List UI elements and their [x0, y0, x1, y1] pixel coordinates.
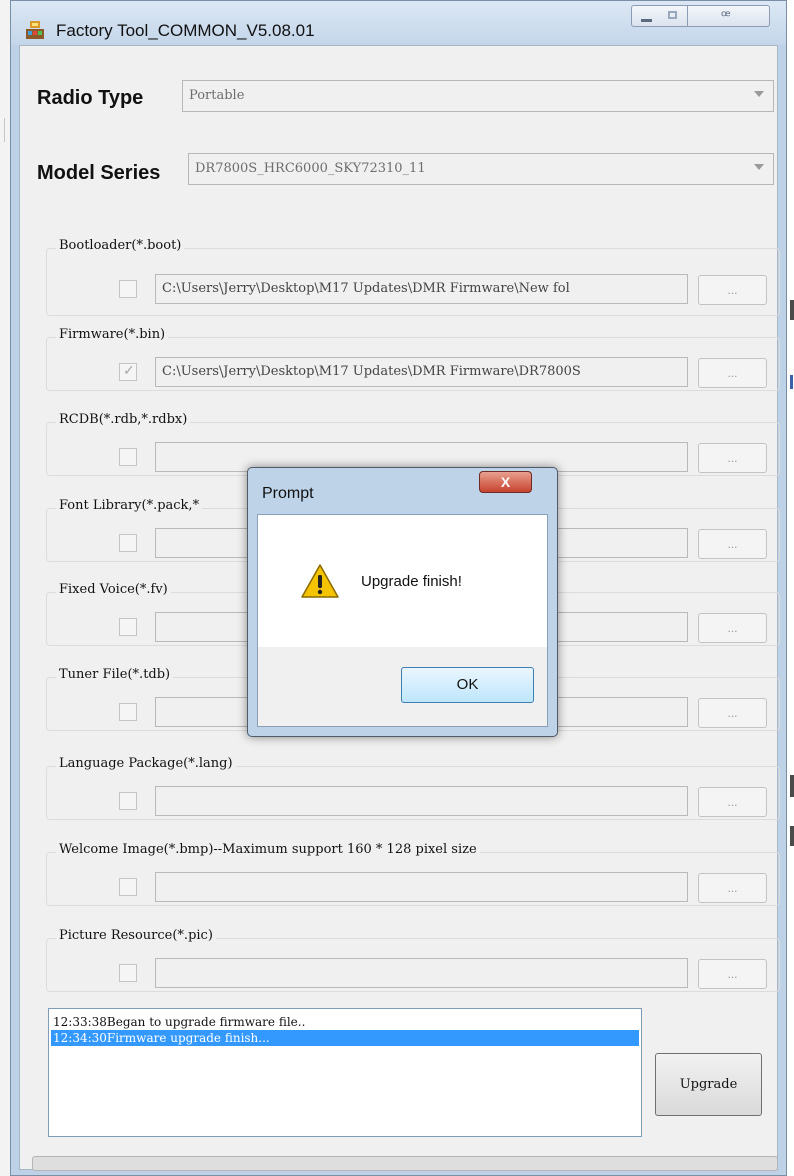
group-bootloader: Bootloader(*.boot) C:\Users\Jerry\Deskto…: [46, 238, 780, 316]
upgrade-button[interactable]: Upgrade: [655, 1053, 762, 1116]
prompt-dialog: Prompt X Upgrade finish! OK: [247, 467, 558, 737]
log-item[interactable]: 12:33:38Began to upgrade firmware file..: [51, 1014, 639, 1030]
group-label: Welcome Image(*.bmp)--Maximum support 16…: [56, 842, 480, 857]
dialog-title: Prompt: [262, 485, 314, 502]
tuner-file-browse-button[interactable]: ...: [698, 698, 767, 728]
group-label: Bootloader(*.boot): [56, 238, 185, 253]
minimize-button[interactable]: [631, 5, 661, 27]
firmware-path-field[interactable]: C:\Users\Jerry\Desktop\M17 Updates\DMR F…: [155, 357, 688, 387]
group-label: Firmware(*.bin): [56, 327, 169, 342]
close-icon: ꟹ: [721, 8, 731, 25]
firmware-checkbox[interactable]: ✓: [119, 362, 137, 381]
desktop-edge-mark: [790, 826, 794, 846]
log-list[interactable]: 12:33:38Began to upgrade firmware file..…: [48, 1008, 642, 1137]
language-package-browse-button[interactable]: ...: [698, 787, 767, 817]
language-package-path-field[interactable]: [155, 786, 688, 816]
radio-type-label: Radio Type: [37, 87, 144, 109]
fixed-voice-browse-button[interactable]: ...: [698, 613, 767, 643]
welcome-image-checkbox[interactable]: [119, 878, 137, 896]
group-label: Fixed Voice(*.fv): [56, 582, 171, 597]
group-firmware: Firmware(*.bin) ✓ C:\Users\Jerry\Desktop…: [46, 327, 780, 391]
ok-button[interactable]: OK: [401, 667, 534, 703]
model-series-value: DR7800S_HRC6000_SKY72310_11: [195, 161, 426, 176]
horizontal-scrollbar[interactable]: [32, 1156, 778, 1171]
dialog-close-button[interactable]: X: [479, 471, 532, 493]
group-label: Font Library(*.pack,*: [56, 498, 203, 513]
firmware-browse-button[interactable]: ...: [698, 358, 767, 388]
desktop-edge-mark: [790, 375, 793, 389]
warning-icon: [301, 564, 339, 598]
dialog-message: Upgrade finish!: [361, 573, 462, 590]
desktop-edge-mark: [790, 300, 794, 320]
desktop-background-left: [0, 0, 10, 1176]
welcome-image-browse-button[interactable]: ...: [698, 873, 767, 903]
dialog-body: Upgrade finish! OK: [257, 514, 548, 727]
close-button[interactable]: ꟹ: [688, 5, 770, 27]
group-language-package: Language Package(*.lang) ...: [46, 756, 780, 820]
maximize-icon: [668, 11, 677, 19]
font-library-browse-button[interactable]: ...: [698, 529, 767, 559]
picture-resource-path-field[interactable]: [155, 958, 688, 988]
welcome-image-path-field[interactable]: [155, 872, 688, 902]
minimize-icon: [641, 19, 652, 22]
radio-type-select[interactable]: Portable: [182, 80, 774, 112]
model-series-label: Model Series: [37, 162, 161, 184]
model-series-select[interactable]: DR7800S_HRC6000_SKY72310_11: [188, 153, 774, 185]
desktop-edge-mark: [790, 775, 794, 797]
title-bar[interactable]: Factory Tool_COMMON_V5.08.01 ꟹ: [11, 1, 786, 45]
radio-type-value: Portable: [189, 88, 245, 103]
font-library-checkbox[interactable]: [119, 534, 137, 552]
fixed-voice-checkbox[interactable]: [119, 618, 137, 636]
rcdb-browse-button[interactable]: ...: [698, 443, 767, 473]
chevron-down-icon: [754, 164, 764, 170]
group-label: RCDB(*.rdb,*.rdbx): [56, 412, 191, 427]
desktop-divider: [4, 118, 5, 142]
app-icon: [26, 21, 44, 39]
language-package-checkbox[interactable]: [119, 792, 137, 810]
group-label: Language Package(*.lang): [56, 756, 236, 771]
picture-resource-browse-button[interactable]: ...: [698, 959, 767, 989]
chevron-down-icon: [754, 91, 764, 97]
log-item-selected[interactable]: 12:34:30Firmware upgrade finish...: [51, 1030, 639, 1046]
group-label: Picture Resource(*.pic): [56, 928, 216, 943]
group-picture-resource: Picture Resource(*.pic) ...: [46, 928, 780, 992]
close-icon: X: [500, 474, 511, 490]
group-label: Tuner File(*.tdb): [56, 667, 174, 682]
checkmark-icon: ✓: [123, 362, 135, 378]
bootloader-checkbox[interactable]: [119, 280, 137, 298]
bootloader-path-field[interactable]: C:\Users\Jerry\Desktop\M17 Updates\DMR F…: [155, 274, 688, 304]
bootloader-browse-button[interactable]: ...: [698, 275, 767, 305]
group-welcome-image: Welcome Image(*.bmp)--Maximum support 16…: [46, 842, 780, 906]
maximize-button[interactable]: [660, 5, 688, 27]
window-title: Factory Tool_COMMON_V5.08.01: [56, 21, 315, 40]
picture-resource-checkbox[interactable]: [119, 964, 137, 982]
rcdb-checkbox[interactable]: [119, 448, 137, 466]
tuner-file-checkbox[interactable]: [119, 703, 137, 721]
